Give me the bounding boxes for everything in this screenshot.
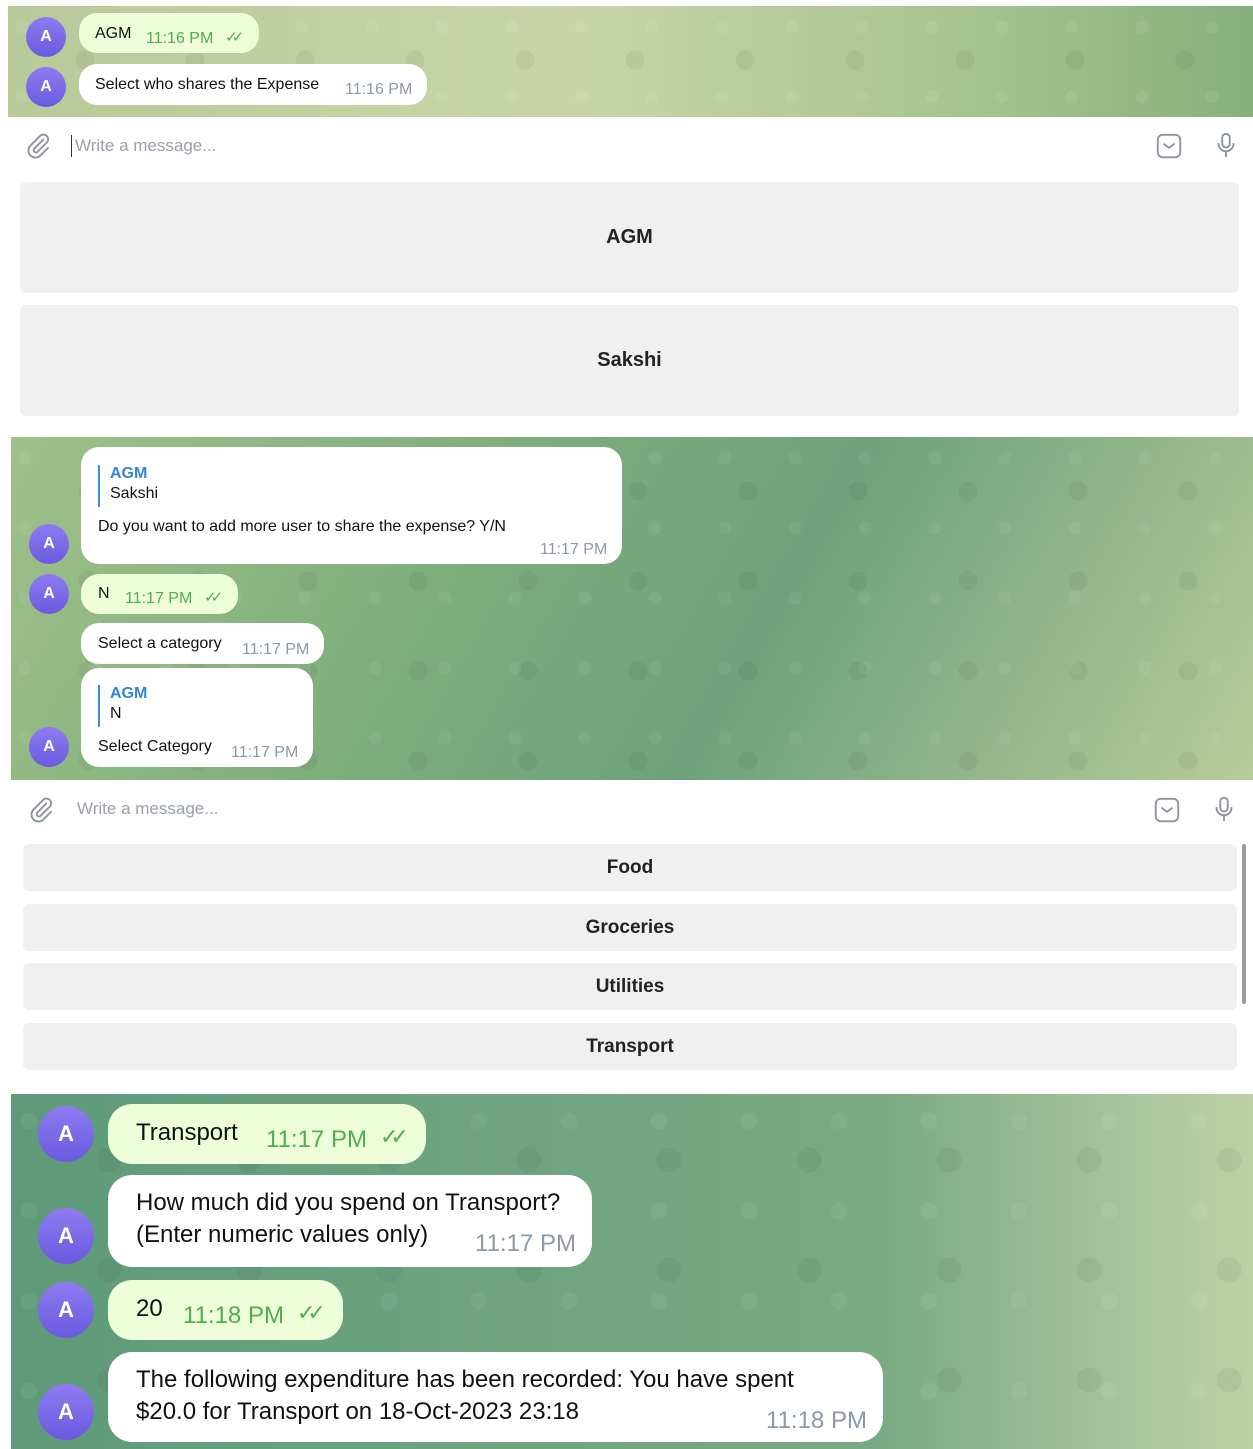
quote-author: AGM: [110, 465, 148, 482]
message-time: 11:17 PM: [231, 744, 299, 761]
keyboard-button-sakshi[interactable]: Sakshi: [20, 305, 1239, 416]
quote-author: AGM: [110, 685, 148, 702]
message-time: 11:17 PM: [266, 1126, 367, 1153]
message-input-bar: Write a message...: [11, 780, 1253, 838]
quote-text: Sakshi: [110, 485, 159, 502]
message-time: 11:17 PM: [540, 541, 608, 558]
message-text: Select Category: [98, 738, 212, 755]
message-text: Select a category: [98, 635, 222, 652]
message-bubble-expenditure-recorded: The following expenditure has been recor…: [108, 1352, 883, 1442]
read-checkmarks-icon: ✓✓: [225, 29, 244, 46]
message-bubble-select-category: AGM N Select Category 11:17 PM: [81, 668, 313, 767]
message-text: Do you want to add more user to share th…: [98, 518, 506, 535]
message-line-1: The following expenditure has been recor…: [136, 1366, 794, 1393]
panel-3: A Transport 11:17 PM ✓✓ How much did you…: [11, 1094, 1253, 1449]
message-bubble-how-much: How much did you spend on Transport? (En…: [108, 1175, 592, 1267]
microphone-icon[interactable]: [1209, 794, 1239, 824]
message-time: 11:18 PM: [766, 1407, 867, 1434]
reply-quote[interactable]: AGM N: [98, 685, 147, 727]
message-bubble-n: N 11:17 PM ✓✓: [81, 574, 238, 614]
read-checkmarks-icon: ✓✓: [297, 1300, 326, 1325]
avatar[interactable]: A: [38, 1208, 94, 1264]
keyboard-button-groceries[interactable]: Groceries: [23, 904, 1237, 951]
message-time: 11:17 PM: [125, 590, 193, 607]
message-time: 11:18 PM: [183, 1302, 284, 1329]
avatar[interactable]: A: [29, 524, 69, 564]
message-bubble-select-who: Select who shares the Expense 11:16 PM: [79, 64, 427, 105]
read-checkmarks-icon: ✓✓: [380, 1124, 409, 1149]
message-bubble-agm: AGM 11:16 PM ✓✓: [79, 13, 259, 53]
message-text: Select who shares the Expense: [95, 76, 320, 93]
avatar[interactable]: A: [38, 1106, 94, 1162]
message-bubble-select-a-category: Select a category 11:17 PM: [81, 623, 324, 664]
message-text: 20: [136, 1295, 163, 1322]
message-line-1: How much did you spend on Transport?: [136, 1189, 561, 1216]
avatar[interactable]: A: [29, 727, 69, 767]
message-time: 11:17 PM: [242, 641, 310, 658]
message-line-2: (Enter numeric values only): [136, 1221, 429, 1248]
message-time: 11:17 PM: [475, 1230, 576, 1257]
keyboard-button-agm[interactable]: AGM: [20, 182, 1239, 293]
avatar[interactable]: A: [26, 17, 66, 57]
keyboard-scrollbar[interactable]: [1242, 844, 1246, 1004]
quote-text: N: [110, 705, 122, 722]
message-line-2: $20.0 for Transport on 18-Oct-2023 23:18: [136, 1398, 579, 1425]
message-bubble-transport: Transport 11:17 PM ✓✓: [108, 1104, 426, 1164]
message-bubble-add-more-users: AGM Sakshi Do you want to add more user …: [81, 447, 622, 564]
keyboard-button-utilities[interactable]: Utilities: [23, 963, 1237, 1010]
text-cursor: [71, 135, 72, 157]
sticker-icon[interactable]: [1154, 131, 1184, 161]
keyboard-button-food[interactable]: Food: [23, 844, 1237, 891]
avatar[interactable]: A: [38, 1384, 94, 1440]
message-time: 11:16 PM: [146, 30, 214, 47]
message-input[interactable]: Write a message...: [75, 136, 216, 156]
read-checkmarks-icon: ✓✓: [204, 589, 223, 606]
message-input[interactable]: Write a message...: [77, 799, 218, 819]
paperclip-icon[interactable]: [27, 796, 55, 824]
sticker-icon[interactable]: [1152, 795, 1182, 825]
message-input-bar: Write a message...: [8, 117, 1253, 173]
avatar[interactable]: A: [38, 1282, 94, 1338]
message-text: AGM: [95, 25, 132, 42]
message-time: 11:16 PM: [345, 81, 413, 98]
avatar[interactable]: A: [29, 574, 69, 614]
message-text: N: [98, 585, 110, 602]
reply-quote[interactable]: AGM Sakshi: [98, 465, 158, 507]
avatar[interactable]: A: [26, 67, 66, 107]
microphone-icon[interactable]: [1211, 130, 1241, 160]
panel-1: A AGM 11:16 PM ✓✓ A Select who shares th…: [8, 6, 1253, 420]
message-bubble-20: 20 11:18 PM ✓✓: [108, 1280, 343, 1340]
panel-2: AGM Sakshi Do you want to add more user …: [11, 437, 1253, 1075]
paperclip-icon[interactable]: [24, 132, 52, 160]
keyboard-button-transport[interactable]: Transport: [23, 1023, 1237, 1070]
message-text: Transport: [136, 1119, 238, 1146]
